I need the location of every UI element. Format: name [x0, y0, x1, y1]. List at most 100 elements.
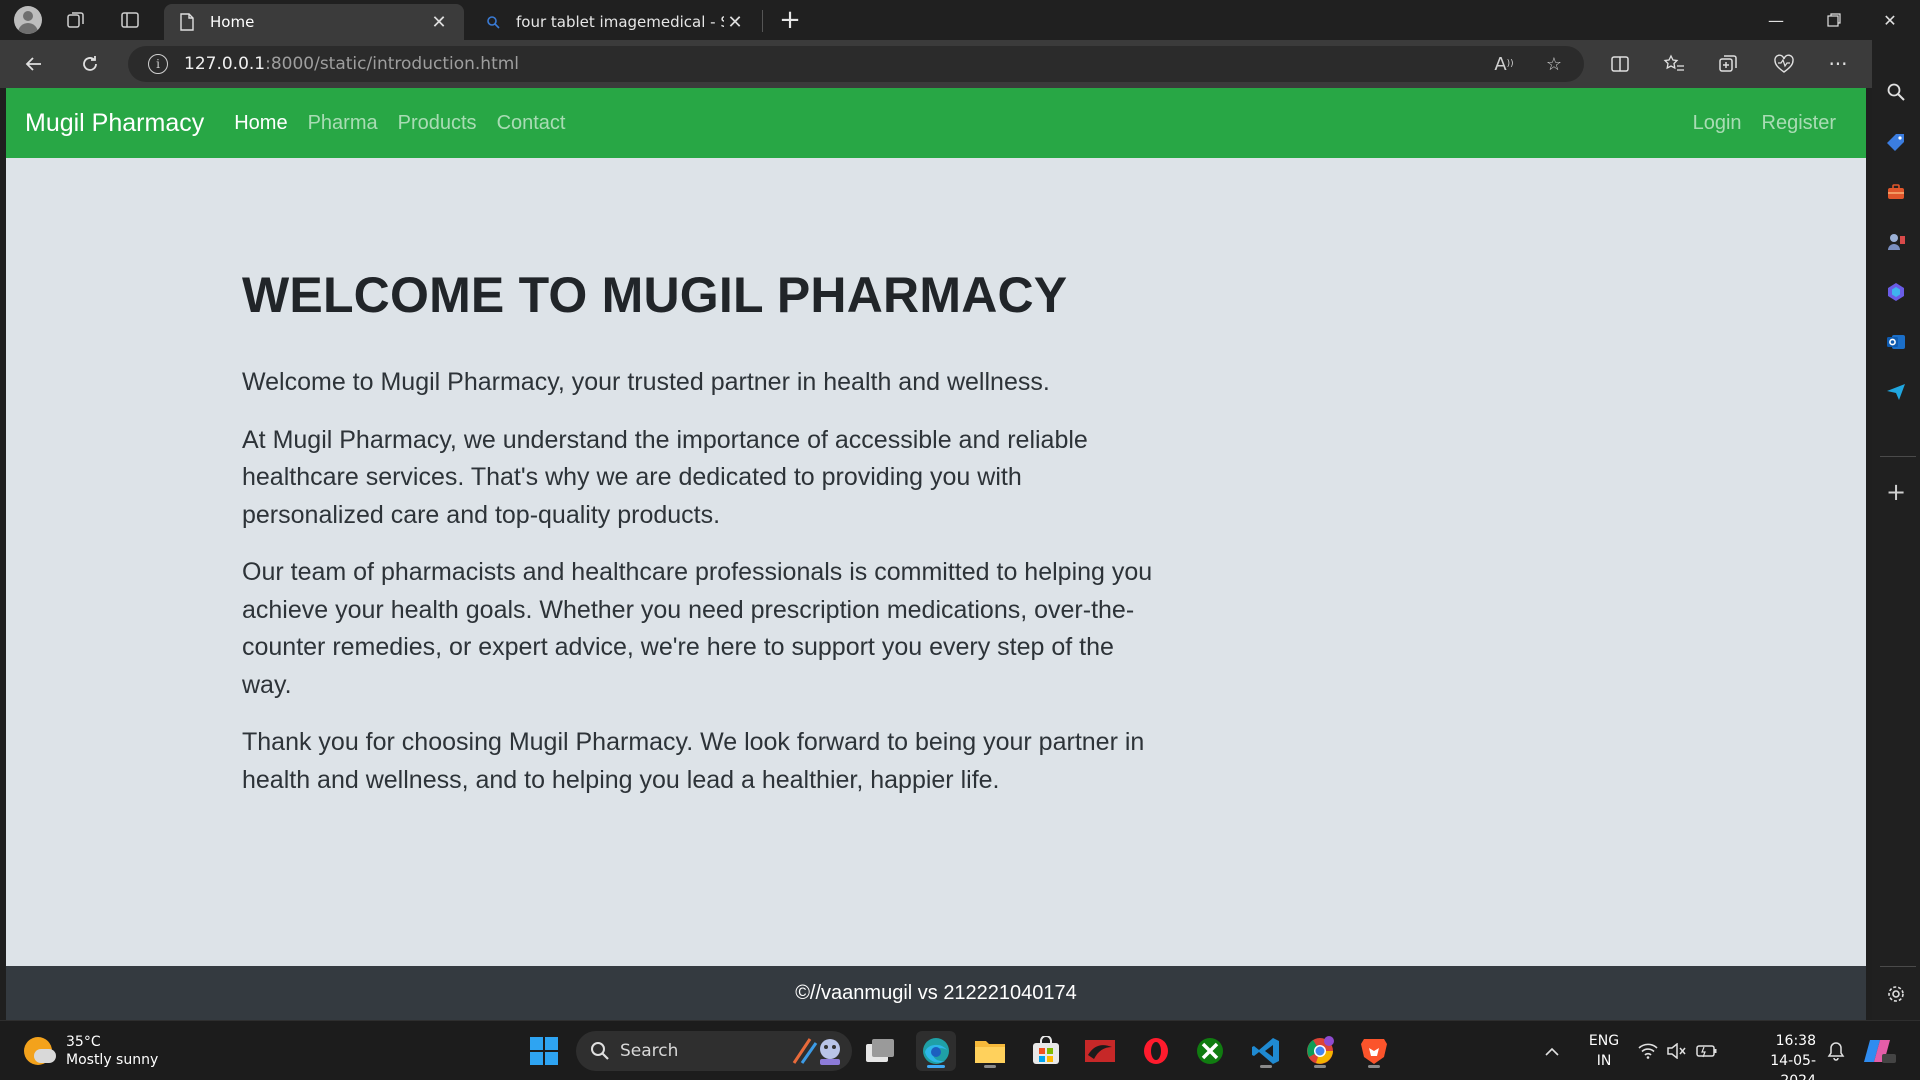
- intro-paragraph: Thank you for choosing Mugil Pharmacy. W…: [242, 728, 1145, 794]
- search-icon: [590, 1041, 610, 1061]
- nav-register[interactable]: Register: [1762, 112, 1836, 135]
- restore-button[interactable]: [1806, 0, 1862, 40]
- collections-icon[interactable]: [1712, 48, 1744, 80]
- profile-button[interactable]: [10, 2, 46, 38]
- start-button[interactable]: [524, 1031, 564, 1071]
- intro-paragraph: Welcome to Mugil Pharmacy, your trusted …: [242, 368, 1050, 396]
- workspaces-icon[interactable]: [58, 2, 94, 38]
- tab-label: four tablet imagemedical - Searc: [516, 13, 724, 31]
- address-bar[interactable]: i 127.0.0.1:8000/static/introduction.htm…: [128, 46, 1584, 82]
- file-explorer-icon[interactable]: [970, 1031, 1010, 1071]
- brave-icon[interactable]: [1354, 1031, 1394, 1071]
- url-path: :8000/static/introduction.html: [265, 54, 520, 74]
- close-icon[interactable]: ✕: [428, 11, 450, 33]
- sunny-icon: [24, 1037, 56, 1065]
- site-brand[interactable]: Mugil Pharmacy: [25, 109, 204, 138]
- clock[interactable]: 16:38 14-05-2024: [1736, 1031, 1816, 1080]
- tools-icon[interactable]: [1880, 176, 1912, 208]
- shopping-tag-icon[interactable]: [1880, 126, 1912, 158]
- favorites-icon[interactable]: [1658, 48, 1690, 80]
- intro-paragraph: At Mugil Pharmacy, we understand the imp…: [242, 425, 1088, 529]
- page-icon: [178, 13, 196, 31]
- taskbar-search[interactable]: Search: [576, 1031, 852, 1071]
- sidebar-divider: [1880, 966, 1916, 967]
- tab-strip: Home ✕ four tablet imagemedical - Searc …: [0, 0, 1920, 40]
- edge-sidebar: +: [1872, 40, 1920, 1020]
- language-indicator[interactable]: ENG IN: [1584, 1031, 1624, 1071]
- web-page: Mugil Pharmacy Home Pharma Products Cont…: [6, 88, 1866, 1020]
- favorite-star-icon[interactable]: ☆: [1538, 48, 1570, 80]
- url-text: 127.0.0.1:8000/static/introduction.html: [184, 54, 519, 74]
- notification-icon[interactable]: [1826, 1021, 1846, 1080]
- sidebar-divider: [1880, 456, 1916, 457]
- lang-line2: IN: [1596, 1053, 1612, 1069]
- games-icon[interactable]: [1880, 226, 1912, 258]
- settings-icon[interactable]: [1880, 978, 1912, 1010]
- screen: Home ✕ four tablet imagemedical - Searc …: [0, 0, 1920, 1080]
- search-icon: [484, 13, 502, 31]
- copilot-sidebar-icon[interactable]: [1880, 276, 1912, 308]
- battery-icon[interactable]: [1696, 1021, 1718, 1080]
- xbox-icon[interactable]: [1190, 1031, 1230, 1071]
- url-host: 127.0.0.1: [184, 54, 266, 74]
- site-info-icon[interactable]: i: [148, 54, 168, 74]
- send-icon[interactable]: [1880, 376, 1912, 408]
- read-aloud-icon[interactable]: A)): [1488, 48, 1520, 80]
- nav-links: Home Pharma Products Contact: [234, 112, 585, 135]
- active-indicator: [927, 1065, 945, 1068]
- add-icon[interactable]: +: [1880, 476, 1912, 508]
- edge-app-icon[interactable]: [916, 1031, 956, 1071]
- windows-taskbar: 35°C Mostly sunny Search ENG IN 16:38 14…: [0, 1020, 1920, 1080]
- split-screen-icon[interactable]: [1604, 48, 1636, 80]
- page-title: WELCOME TO MUGIL PHARMACY: [242, 267, 1068, 323]
- back-button[interactable]: [18, 48, 50, 80]
- search-label: Search: [620, 1041, 679, 1061]
- show-hidden-icons[interactable]: [1544, 1021, 1560, 1080]
- nav-login[interactable]: Login: [1693, 112, 1742, 135]
- tab-label: Home: [210, 13, 255, 31]
- search-icon[interactable]: [1880, 76, 1912, 108]
- nav-contact[interactable]: Contact: [497, 112, 566, 135]
- copilot-pre-icon[interactable]: [1864, 1021, 1898, 1080]
- running-indicator: [1368, 1065, 1380, 1068]
- browser-essentials-icon[interactable]: [1768, 48, 1800, 80]
- close-icon[interactable]: ✕: [724, 11, 746, 33]
- footer-text: ©//vaanmugil vs 212221040174: [795, 981, 1077, 1004]
- site-footer: ©//vaanmugil vs 212221040174: [6, 966, 1866, 1020]
- new-tab-button[interactable]: +: [774, 4, 806, 36]
- running-indicator: [1314, 1065, 1326, 1068]
- opera-icon[interactable]: [1136, 1031, 1176, 1071]
- vscode-icon[interactable]: [1246, 1031, 1286, 1071]
- chrome-icon[interactable]: [1300, 1031, 1340, 1071]
- more-options-icon[interactable]: ···: [1822, 48, 1854, 80]
- outlook-icon[interactable]: [1880, 326, 1912, 358]
- task-view-icon[interactable]: [860, 1031, 900, 1071]
- weather-desc: Mostly sunny: [66, 1052, 159, 1068]
- search-highlight-icon: [790, 1035, 846, 1067]
- weather-text: 35°C Mostly sunny: [66, 1033, 158, 1069]
- time: 16:38: [1775, 1033, 1816, 1049]
- site-navbar: Mugil Pharmacy Home Pharma Products Cont…: [6, 88, 1866, 158]
- weather-widget[interactable]: 35°C Mostly sunny: [24, 1033, 158, 1069]
- lang-line1: ENG: [1588, 1033, 1620, 1049]
- tab-divider: [762, 10, 763, 32]
- tab-search[interactable]: four tablet imagemedical - Searc ✕: [470, 4, 760, 40]
- vertical-tabs-icon[interactable]: [112, 2, 148, 38]
- microsoft-store-icon[interactable]: [1026, 1031, 1066, 1071]
- nav-home[interactable]: Home: [234, 112, 287, 135]
- close-window-button[interactable]: ✕: [1862, 0, 1918, 40]
- refresh-button[interactable]: [74, 48, 106, 80]
- running-indicator: [1260, 1065, 1272, 1068]
- nav-products[interactable]: Products: [398, 112, 477, 135]
- wifi-icon[interactable]: [1638, 1021, 1658, 1080]
- tab-home[interactable]: Home ✕: [164, 4, 464, 40]
- media-app-icon[interactable]: [1080, 1031, 1120, 1071]
- intro-content: WELCOME TO MUGIL PHARMACY Welcome to Mug…: [242, 266, 1162, 819]
- intro-paragraph: Our team of pharmacists and healthcare p…: [242, 558, 1153, 699]
- nav-pharma[interactable]: Pharma: [308, 112, 378, 135]
- running-indicator: [984, 1065, 996, 1068]
- minimize-button[interactable]: —: [1748, 0, 1804, 40]
- weather-temp: 35°C: [66, 1034, 101, 1050]
- volume-muted-icon[interactable]: [1666, 1021, 1686, 1080]
- avatar: [14, 6, 42, 34]
